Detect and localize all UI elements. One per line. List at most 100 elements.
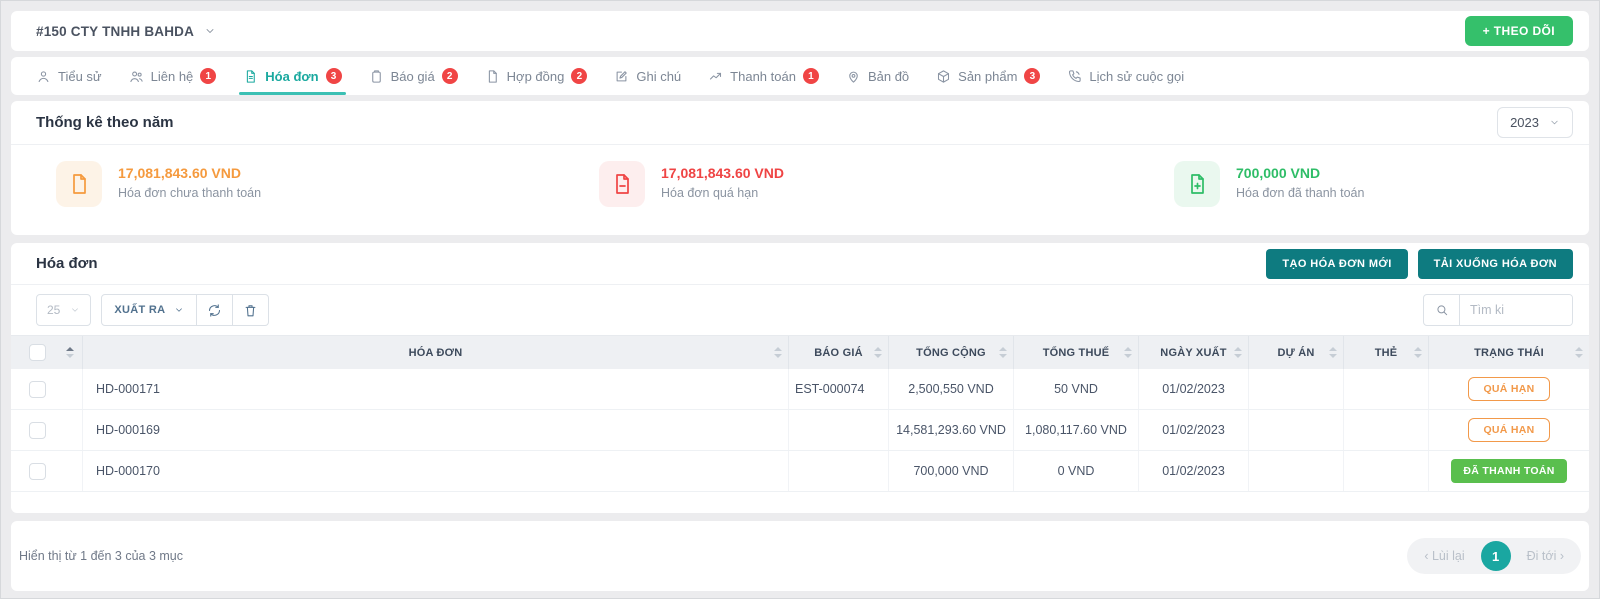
table-row: HD-000170 700,000 VND 0 VND 01/02/2023 Đ… xyxy=(11,451,1589,492)
tab-hoa-don[interactable]: Hóa đơn 3 xyxy=(243,57,341,95)
tab-badge: 1 xyxy=(200,68,216,84)
column-header-total[interactable]: TỔNG CỘNG xyxy=(889,336,1014,369)
tab-label: Tiểu sử xyxy=(58,69,102,84)
invoices-panel: Hóa đơn TẠO HÓA ĐƠN MỚI TẢI XUỐNG HÓA ĐƠ… xyxy=(11,243,1589,513)
search-input[interactable] xyxy=(1460,295,1572,325)
column-label: TRẠNG THÁI xyxy=(1474,347,1544,359)
tag-cell xyxy=(1344,451,1429,491)
total-amount: 14,581,293.60 VND xyxy=(889,410,1014,450)
column-label: BÁO GIÁ xyxy=(814,347,862,359)
issue-date: 01/02/2023 xyxy=(1139,451,1249,491)
sort-icon[interactable] xyxy=(874,347,882,358)
tab-lien-he[interactable]: Liên hệ 1 xyxy=(129,57,217,95)
sort-icon[interactable] xyxy=(66,347,74,358)
tab-badge: 2 xyxy=(442,68,458,84)
column-label: NGÀY XUẤT xyxy=(1160,347,1226,359)
tab-label: Lịch sử cuộc gọi xyxy=(1089,69,1184,84)
column-header-tax[interactable]: TỔNG THUẾ xyxy=(1014,336,1139,369)
column-label: TỔNG THUẾ xyxy=(1043,347,1110,359)
sort-icon[interactable] xyxy=(1329,347,1337,358)
tab-badge: 3 xyxy=(1024,68,1040,84)
refresh-button[interactable] xyxy=(197,294,233,326)
project-cell xyxy=(1249,369,1344,409)
search-icon xyxy=(1424,295,1460,325)
pagination: ‹ Lùi lại 1 Đi tới › xyxy=(1407,538,1581,574)
year-select[interactable]: 2023 xyxy=(1497,107,1573,138)
stat-paid: 700,000 VND Hóa đơn đã thanh toán xyxy=(1174,161,1589,207)
tab-label: Sản phẩm xyxy=(958,69,1017,84)
sort-icon[interactable] xyxy=(1575,347,1583,358)
tab-ban-do[interactable]: Bản đồ xyxy=(846,57,909,95)
tab-san-pham[interactable]: Sản phẩm 3 xyxy=(936,57,1040,95)
column-header-tag[interactable]: THẺ xyxy=(1344,336,1429,369)
tab-tieu-su[interactable]: Tiểu sử xyxy=(36,57,102,95)
prev-page-button[interactable]: ‹ Lùi lại xyxy=(1410,549,1478,563)
select-all-checkbox[interactable] xyxy=(29,344,46,361)
search-box xyxy=(1423,294,1573,326)
table-footer: Hiển thị từ 1 đến 3 của 3 mục ‹ Lùi lại … xyxy=(11,521,1589,591)
column-label: DỰ ÁN xyxy=(1277,347,1314,359)
file-icon xyxy=(56,161,102,207)
file-minus-icon xyxy=(599,161,645,207)
tab-bar: Tiểu sử Liên hệ 1 Hóa đơn 3 Báo giá 2 Hợ… xyxy=(11,57,1589,95)
invoice-number[interactable]: HD-000169 xyxy=(83,410,789,450)
invoice-number[interactable]: HD-000170 xyxy=(83,451,789,491)
total-amount: 2,500,550 VND xyxy=(889,369,1014,409)
select-all-header[interactable] xyxy=(11,336,83,369)
sort-icon[interactable] xyxy=(999,347,1007,358)
page-size-select[interactable]: 25 xyxy=(36,294,91,326)
stats-title: Thống kê theo năm xyxy=(36,114,174,131)
follow-button[interactable]: + THEO DÕI xyxy=(1465,16,1573,46)
tab-ghi-chu[interactable]: Ghi chú xyxy=(614,57,681,95)
company-name: #150 CTY TNHH BAHDA xyxy=(36,24,194,39)
tab-thanh-toan[interactable]: Thanh toán 1 xyxy=(708,57,819,95)
status-badge: ĐÃ THANH TOÁN xyxy=(1451,459,1566,483)
delete-button[interactable] xyxy=(233,294,269,326)
tab-badge: 1 xyxy=(803,68,819,84)
column-header-quote[interactable]: BÁO GIÁ xyxy=(789,336,889,369)
download-invoice-button[interactable]: TẢI XUỐNG HÓA ĐƠN xyxy=(1418,249,1573,279)
sort-icon[interactable] xyxy=(774,347,782,358)
tab-label: Liên hệ xyxy=(151,69,194,84)
file-icon xyxy=(485,69,500,84)
quote-number xyxy=(789,451,889,491)
stat-label: Hóa đơn quá hạn xyxy=(661,186,784,200)
tab-bao-gia[interactable]: Báo giá 2 xyxy=(369,57,458,95)
sort-icon[interactable] xyxy=(1124,347,1132,358)
company-selector[interactable]: #150 CTY TNHH BAHDA xyxy=(36,24,216,39)
phone-icon xyxy=(1067,69,1082,84)
column-label: THẺ xyxy=(1375,347,1398,359)
tab-label: Thanh toán xyxy=(730,69,796,84)
year-value: 2023 xyxy=(1510,115,1539,130)
column-header-date[interactable]: NGÀY XUẤT xyxy=(1139,336,1249,369)
quote-number xyxy=(789,410,889,450)
row-checkbox[interactable] xyxy=(29,463,46,480)
next-page-button[interactable]: Đi tới › xyxy=(1513,549,1578,563)
total-amount: 700,000 VND xyxy=(889,451,1014,491)
column-header-status[interactable]: TRẠNG THÁI xyxy=(1429,336,1589,369)
chevron-down-icon xyxy=(204,25,216,37)
stat-label: Hóa đơn đã thanh toán xyxy=(1236,186,1364,200)
column-header-invoice[interactable]: HÓA ĐƠN xyxy=(83,336,789,369)
tax-amount: 50 VND xyxy=(1014,369,1139,409)
tab-hop-dong[interactable]: Hợp đồng 2 xyxy=(485,57,588,95)
column-label: TỔNG CỘNG xyxy=(916,347,986,359)
users-icon xyxy=(129,69,144,84)
stat-value: 700,000 VND xyxy=(1236,161,1364,181)
status-badge: QUÁ HẠN xyxy=(1468,377,1549,401)
tab-label: Hóa đơn xyxy=(265,69,318,84)
invoice-number[interactable]: HD-000171 xyxy=(83,369,789,409)
sort-icon[interactable] xyxy=(1414,347,1422,358)
tax-amount: 1,080,117.60 VND xyxy=(1014,410,1139,450)
tab-label: Bản đồ xyxy=(868,69,909,84)
export-button[interactable]: XUẤT RA xyxy=(101,294,197,326)
tab-lich-su-cuoc-goi[interactable]: Lịch sử cuộc gọi xyxy=(1067,57,1184,95)
row-checkbox[interactable] xyxy=(29,422,46,439)
current-page-button[interactable]: 1 xyxy=(1481,541,1511,571)
create-invoice-button[interactable]: TẠO HÓA ĐƠN MỚI xyxy=(1266,249,1407,279)
sort-icon[interactable] xyxy=(1234,347,1242,358)
top-bar: #150 CTY TNHH BAHDA + THEO DÕI xyxy=(11,11,1589,51)
column-header-project[interactable]: DỰ ÁN xyxy=(1249,336,1344,369)
yearly-stats-panel: Thống kê theo năm 2023 17,081,843.60 VND… xyxy=(11,101,1589,235)
row-checkbox[interactable] xyxy=(29,381,46,398)
